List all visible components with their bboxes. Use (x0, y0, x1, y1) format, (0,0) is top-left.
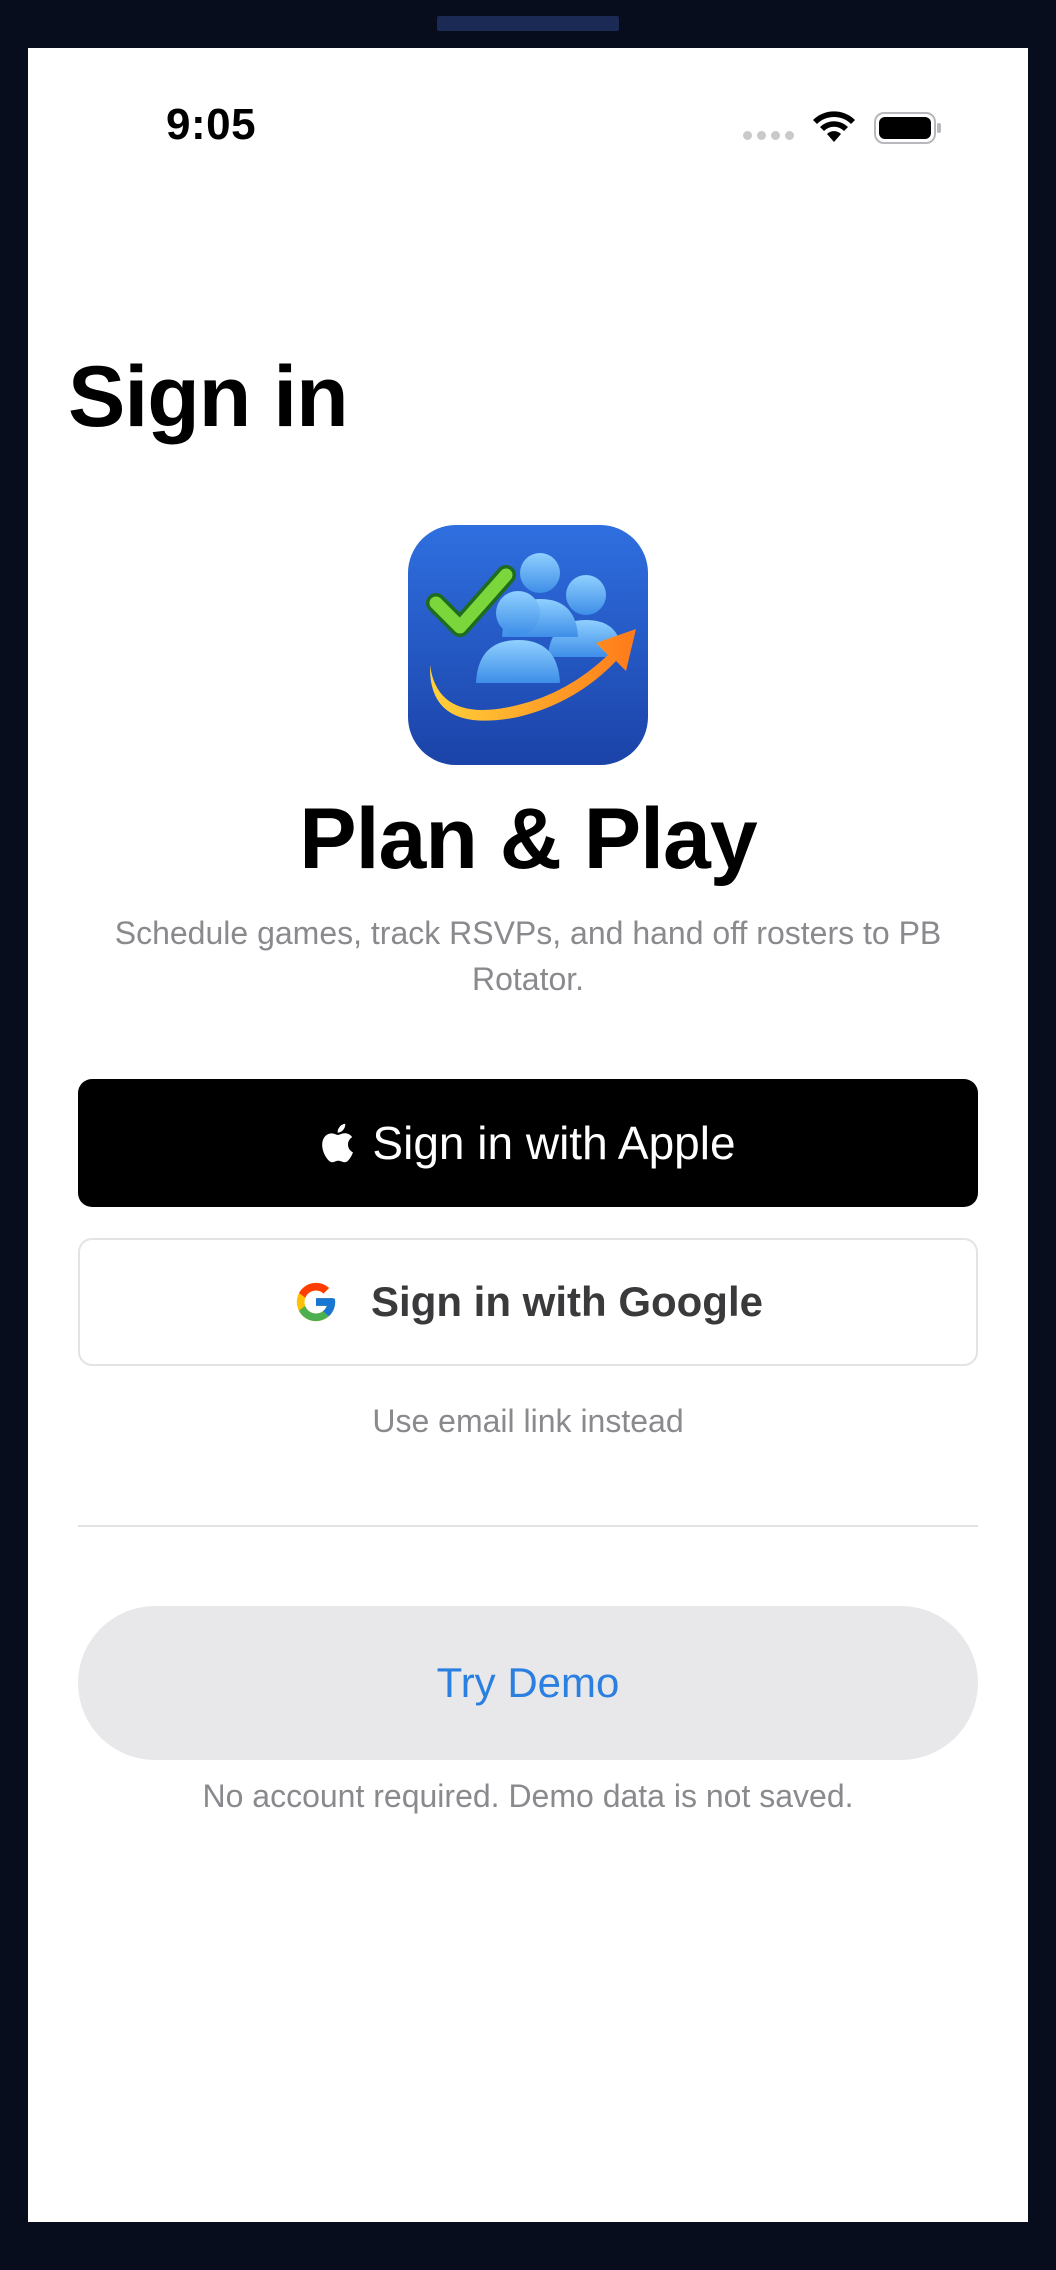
status-time: 9:05 (166, 100, 257, 149)
sign-in-with-google-button[interactable]: Sign in with Google (78, 1238, 978, 1366)
top-notch (437, 16, 619, 31)
google-button-label: Sign in with Google (371, 1278, 763, 1325)
app-name: Plan & Play (299, 791, 757, 887)
app-logo-icon (408, 525, 648, 765)
battery-icon (874, 112, 941, 144)
cellular-signal-icon (743, 130, 794, 140)
demo-note: No account required. Demo data is not sa… (202, 1778, 854, 1814)
section-divider (78, 1525, 978, 1527)
status-indicators (743, 110, 942, 146)
sign-in-screen: 9:05 Sign in Plan & Play Schedule games,… (28, 48, 1028, 2222)
page-title: Sign in (68, 349, 349, 445)
try-demo-label: Try Demo (436, 1659, 620, 1706)
google-logo-icon (296, 1282, 336, 1322)
wifi-icon (813, 111, 855, 142)
apple-button-label: Sign in with Apple (372, 1117, 736, 1169)
sign-in-with-apple-button[interactable]: Sign in with Apple (78, 1079, 978, 1207)
try-demo-button[interactable]: Try Demo (78, 1606, 978, 1760)
app-tagline: Schedule games, track RSVPs, and hand of… (114, 915, 942, 997)
device-frame: 9:05 Sign in Plan & Play Schedule games,… (0, 0, 1056, 2270)
email-link-option[interactable]: Use email link instead (28, 1403, 1028, 1440)
apple-logo-icon (322, 1123, 354, 1163)
